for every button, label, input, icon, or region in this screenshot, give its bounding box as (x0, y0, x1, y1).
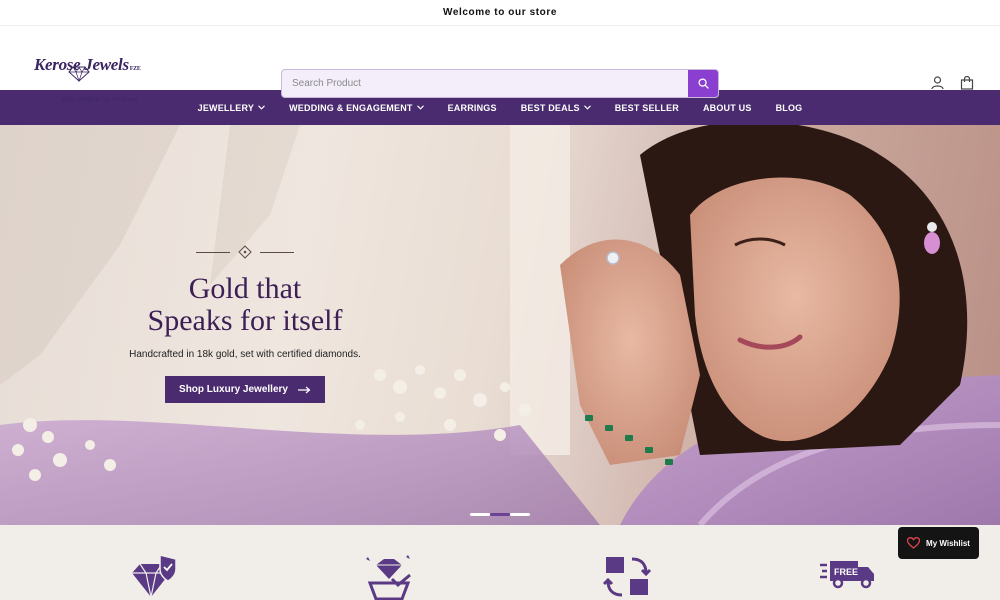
chevron-down-icon (583, 105, 591, 110)
chevron-down-icon (416, 105, 424, 110)
free-shipping-icon: FREE (820, 561, 874, 589)
site-header: Kerose JewelsFZE FEEL UNIQUE | by KS Gro… (0, 26, 1000, 103)
certified-diamond-icon (132, 554, 177, 598)
logo-name: Kerose Jewels (34, 55, 129, 74)
easy-exchange-icon (602, 557, 652, 597)
features-strip: FREE (0, 525, 1000, 600)
slide-dot-3[interactable] (510, 513, 530, 516)
gift-jewellery-icon (366, 555, 411, 600)
search-input[interactable] (282, 70, 688, 97)
user-icon (930, 76, 944, 90)
shopping-bag-icon (960, 76, 974, 90)
logo-suffix: FZE (129, 66, 141, 72)
hero-title: Gold that Speaks for itself (147, 272, 343, 337)
hero-subtitle: Handcrafted in 18k gold, set with certif… (129, 349, 361, 360)
nav-item-best-deals[interactable]: BEST DEALS (521, 103, 591, 113)
wishlist-label: My Wishlist (926, 538, 970, 548)
search-bar (281, 69, 719, 98)
nav-item-earrings[interactable]: EARRINGS (448, 103, 497, 113)
free-label: FREE (834, 567, 858, 577)
nav-item-wedding-engagement[interactable]: WEDDING & ENGAGEMENT (289, 103, 424, 113)
chevron-down-icon (258, 105, 265, 110)
logo-tagline: FEEL UNIQUE | by KS Group (62, 97, 138, 103)
account-button[interactable] (930, 75, 944, 91)
heart-icon (907, 537, 921, 549)
hero-banner[interactable]: Gold that Speaks for itself Handcrafted … (0, 125, 1000, 525)
arrow-right-icon (297, 386, 311, 393)
hero-content: Gold that Speaks for itself Handcrafted … (120, 245, 370, 403)
slider-dots (470, 513, 530, 516)
announcement-text: Welcome to our store (442, 7, 558, 18)
slide-dot-2[interactable] (490, 513, 510, 516)
logo[interactable]: Kerose JewelsFZE (34, 55, 141, 75)
nav-item-jewellery[interactable]: JEWELLERY (198, 103, 265, 113)
free-shipping-badge: FREE (820, 553, 876, 594)
search-button[interactable] (688, 70, 718, 97)
announcement-bar: Welcome to our store (0, 0, 1000, 26)
nav-item-best-seller[interactable]: BEST SELLER (615, 103, 679, 113)
diamond-ornament-icon (238, 245, 252, 259)
nav-item-blog[interactable]: BLOG (776, 103, 803, 113)
shop-luxury-button[interactable]: Shop Luxury Jewellery (165, 376, 325, 403)
hero-ornament (120, 245, 370, 259)
my-wishlist-button[interactable]: My Wishlist (898, 527, 979, 559)
search-icon (697, 78, 709, 89)
cart-button[interactable] (960, 75, 974, 91)
slide-dot-1[interactable] (470, 513, 490, 516)
nav-item-about-us[interactable]: ABOUT US (703, 103, 752, 113)
